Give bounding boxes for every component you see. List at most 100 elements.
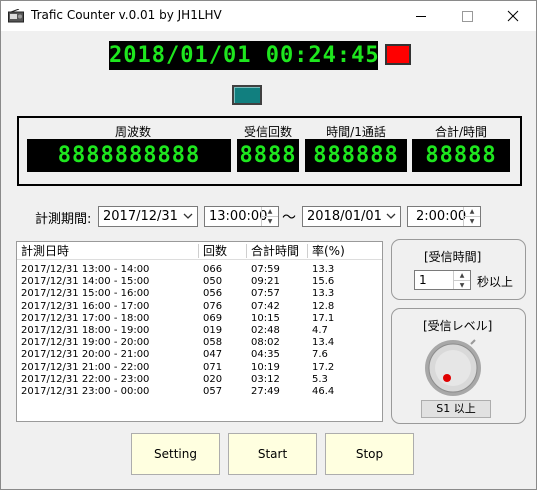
- table-cell: 057: [203, 386, 223, 397]
- up-arrow-icon[interactable]: ▲: [262, 207, 278, 217]
- table-row[interactable]: 2017/12/31 13:00 - 14:00 066 07:59 13.3: [17, 264, 382, 276]
- range-separator: 〜: [282, 210, 296, 226]
- table-cell: 13.3: [312, 264, 335, 275]
- table-row[interactable]: 2017/12/31 17:00 - 18:00 069 10:15 17.1: [17, 313, 382, 325]
- table-cell: 12.8: [312, 300, 335, 312]
- table-row[interactable]: 2017/12/31 16:00 - 17:00 076 07:42 12.8: [17, 301, 382, 313]
- table-cell: 056: [203, 288, 223, 300]
- up-arrow-icon[interactable]: ▲: [464, 207, 480, 217]
- time-per-call-display: 888888: [305, 139, 407, 172]
- table-cell: 13.3: [312, 288, 335, 300]
- table-row[interactable]: 2017/12/31 21:00 - 22:00 071 10:19 17.2: [17, 362, 382, 374]
- end-date-picker[interactable]: 2018/01/01: [302, 206, 401, 227]
- down-arrow-icon[interactable]: ▼: [262, 217, 278, 226]
- receive-level-label: [受信レベル]: [423, 319, 493, 333]
- start-time-field[interactable]: 13:00:00 ▲ ▼: [204, 206, 279, 227]
- table-cell: 17.1: [312, 312, 335, 324]
- receive-time-label: [受信時間]: [424, 250, 482, 264]
- level-knob-icon[interactable]: [421, 334, 485, 398]
- table-cell: 2017/12/31 22:00 - 23:00: [21, 373, 150, 385]
- table-cell: 050: [203, 276, 223, 288]
- table-cell: 03:12: [251, 373, 280, 385]
- table-cell: 10:19: [251, 361, 280, 373]
- table-cell: 2017/12/31 13:00 - 14:00: [21, 264, 150, 275]
- table-cell: 07:59: [251, 264, 280, 275]
- minimize-button[interactable]: [398, 1, 444, 31]
- frequency-label: 周波数: [114, 125, 151, 139]
- status-lamp: [385, 44, 411, 65]
- table-cell: 10:15: [251, 312, 280, 324]
- table-cell: 13.4: [312, 337, 335, 349]
- start-button[interactable]: Start: [228, 433, 317, 475]
- table-cell: 08:02: [251, 337, 280, 349]
- end-date-value: 2018/01/01: [307, 209, 382, 224]
- table-row[interactable]: 2017/12/31 23:00 - 00:00 057 27:49 46.4: [17, 386, 382, 398]
- table-cell: 2017/12/31 14:00 - 15:00: [21, 276, 150, 288]
- table-cell: 2017/12/31 23:00 - 00:00: [21, 386, 150, 397]
- start-time-value: 13:00:00: [209, 209, 268, 224]
- down-arrow-icon[interactable]: ▼: [464, 217, 480, 226]
- table-cell: 2017/12/31 20:00 - 21:00: [21, 349, 150, 361]
- down-arrow-icon[interactable]: ▼: [454, 281, 470, 290]
- app-window: Trafic Counter v.0.01 by JH1LHV 2018/01/…: [0, 0, 537, 490]
- table-row[interactable]: 2017/12/31 18:00 - 19:00 019 02:48 4.7: [17, 325, 382, 337]
- table-cell: 27:49: [251, 386, 280, 397]
- receive-time-value: 1: [419, 273, 427, 287]
- receive-time-input[interactable]: 1 ▲ ▼: [414, 270, 471, 290]
- end-time-value: 2:00:00: [416, 209, 467, 224]
- table-cell: 058: [203, 337, 223, 349]
- table-cell: 020: [203, 373, 223, 385]
- column-header-count[interactable]: 回数: [199, 244, 247, 258]
- table-cell: 04:35: [251, 349, 280, 361]
- close-icon: [507, 10, 519, 22]
- minimize-icon: [416, 16, 426, 17]
- table-row[interactable]: 2017/12/31 20:00 - 21:00 047 04:35 7.6: [17, 349, 382, 361]
- chevron-down-icon[interactable]: [383, 208, 399, 225]
- table-cell: 02:48: [251, 325, 280, 336]
- table-cell: 2017/12/31 18:00 - 19:00: [21, 325, 150, 336]
- stop-button[interactable]: Stop: [325, 433, 414, 475]
- table-cell: 2017/12/31 16:00 - 17:00: [21, 300, 150, 312]
- title-bar: Trafic Counter v.0.01 by JH1LHV: [1, 1, 536, 31]
- table-row[interactable]: 2017/12/31 15:00 - 16:00 056 07:57 13.3: [17, 288, 382, 300]
- table-cell: 7.6: [312, 349, 328, 361]
- table-cell: 09:21: [251, 276, 280, 288]
- seconds-or-more-label: 秒以上: [477, 275, 514, 289]
- table-row[interactable]: 2017/12/31 19:00 - 20:00 058 08:02 13.4: [17, 337, 382, 349]
- start-time-spinner[interactable]: ▲ ▼: [261, 207, 278, 226]
- received-count-display: 8888: [237, 139, 299, 172]
- chevron-down-icon[interactable]: [180, 208, 196, 225]
- table-cell: 07:42: [251, 300, 280, 312]
- table-row[interactable]: 2017/12/31 22:00 - 23:00 020 03:12 5.3: [17, 374, 382, 386]
- setting-button[interactable]: Setting: [131, 433, 220, 475]
- maximize-button[interactable]: [444, 1, 490, 31]
- table-cell: 069: [203, 312, 223, 324]
- column-header-total-time[interactable]: 合計時間: [247, 244, 308, 258]
- table-cell: 066: [203, 264, 223, 275]
- table-cell: 5.3: [312, 373, 328, 385]
- time-per-call-label: 時間/1通話: [326, 125, 386, 139]
- toggle-lamp-button[interactable]: [232, 85, 262, 105]
- received-count-label: 受信回数: [243, 125, 292, 139]
- column-header-rate[interactable]: 率(%): [308, 244, 382, 258]
- table-cell: 2017/12/31 19:00 - 20:00: [21, 337, 150, 349]
- period-label: 計測期間:: [35, 212, 92, 227]
- start-date-picker[interactable]: 2017/12/31: [98, 206, 198, 227]
- up-arrow-icon[interactable]: ▲: [454, 271, 470, 281]
- start-date-value: 2017/12/31: [103, 209, 178, 224]
- results-table[interactable]: 計測日時 回数 合計時間 率(%) 2017/12/31 13:00 - 14:…: [16, 241, 383, 422]
- table-header: 計測日時 回数 合計時間 率(%): [17, 242, 382, 260]
- table-cell: 46.4: [312, 386, 335, 397]
- close-button[interactable]: [490, 1, 536, 31]
- end-time-spinner[interactable]: ▲ ▼: [463, 207, 480, 226]
- end-time-field[interactable]: 2:00:00 ▲ ▼: [407, 206, 481, 227]
- level-threshold-button[interactable]: S1 以上: [421, 400, 491, 418]
- column-header-datetime[interactable]: 計測日時: [17, 244, 199, 258]
- frequency-display: 8888888888: [27, 139, 231, 172]
- table-cell: 076: [203, 300, 223, 312]
- table-cell: 4.7: [312, 325, 328, 336]
- table-row[interactable]: 2017/12/31 14:00 - 15:00 050 09:21 15.6: [17, 276, 382, 288]
- table-cell: 15.6: [312, 276, 335, 288]
- receive-time-spinner[interactable]: ▲ ▼: [453, 271, 470, 289]
- total-time-display: 88888: [412, 139, 510, 172]
